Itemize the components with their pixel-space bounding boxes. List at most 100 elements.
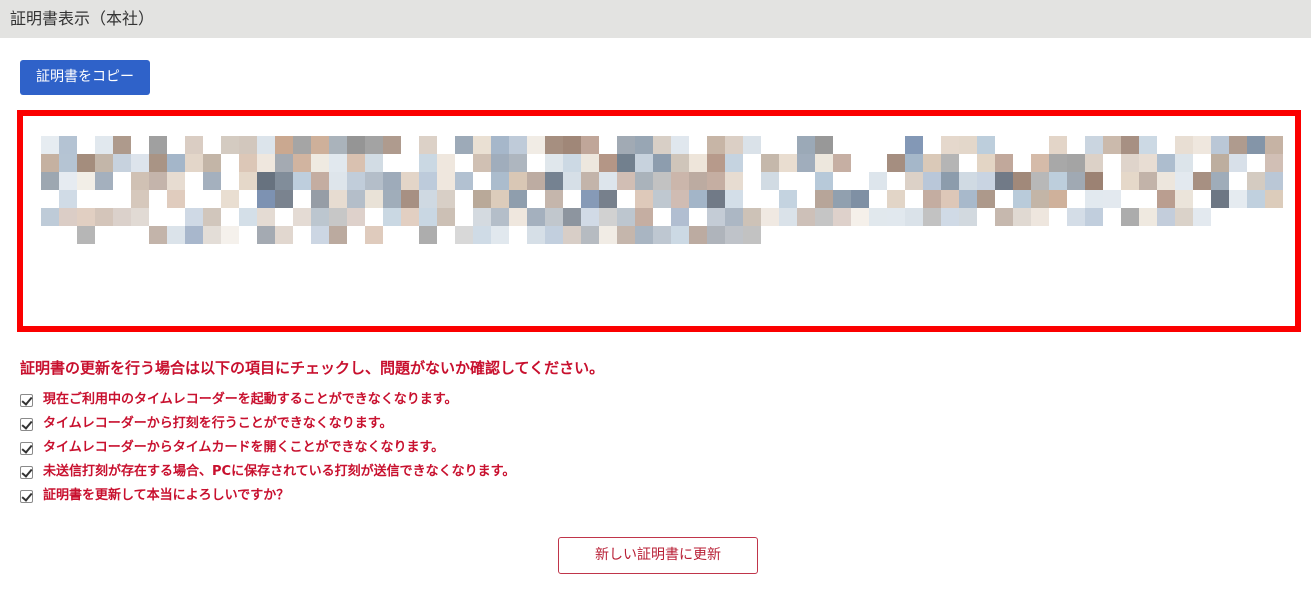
mosaic-cell [527,136,545,154]
mosaic-cell [1211,136,1229,154]
mosaic-cell [59,136,77,154]
mosaic-cell [59,172,77,190]
mosaic-cell [77,172,95,190]
mosaic-cell [239,172,257,190]
mosaic-cell [1013,208,1031,226]
mosaic-cell [941,172,959,190]
mosaic-cell [851,190,869,208]
confirmation-checklist: 現在ご利用中のタイムレコーダーを起動することができなくなります。 タイムレコーダ… [20,388,515,508]
mosaic-cell [1175,208,1193,226]
mosaic-cell [1193,136,1211,154]
mosaic-cell [347,208,365,226]
mosaic-cell [671,136,689,154]
mosaic-cell [257,226,275,244]
renew-certificate-button[interactable]: 新しい証明書に更新 [558,537,758,574]
mosaic-cell [1175,172,1193,190]
certificate-display[interactable] [17,110,1301,332]
mosaic-cell [41,136,59,154]
mosaic-cell [653,172,671,190]
checkbox[interactable] [20,489,33,503]
mosaic-cell [833,154,851,172]
mosaic-cell [419,172,437,190]
mosaic-cell [707,190,725,208]
mosaic-cell [203,172,221,190]
mosaic-cell [599,154,617,172]
mosaic-cell [1085,172,1103,190]
checkbox[interactable] [20,393,33,407]
mosaic-cell [1211,154,1229,172]
mosaic-cell [185,136,203,154]
mosaic-cell [311,208,329,226]
mosaic-cell [1049,154,1067,172]
mosaic-cell [509,208,527,226]
mosaic-cell [617,136,635,154]
mosaic-cell [1013,172,1031,190]
checklist-item[interactable]: 現在ご利用中のタイムレコーダーを起動することができなくなります。 [20,388,515,412]
mosaic-cell [311,226,329,244]
mosaic-cell [959,190,977,208]
mosaic-cell [491,172,509,190]
mosaic-cell [653,226,671,244]
mosaic-cell [473,136,491,154]
mosaic-cell [1049,190,1067,208]
mosaic-cell [581,208,599,226]
mosaic-cell [491,226,509,244]
mosaic-cell [1175,136,1193,154]
mosaic-cell [887,208,905,226]
mosaic-cell [347,136,365,154]
mosaic-cell [653,136,671,154]
mosaic-cell [437,154,455,172]
checklist-item[interactable]: タイムレコーダーからタイムカードを開くことができなくなります。 [20,436,515,460]
mosaic-cell [329,136,347,154]
redacted-mosaic [41,136,1291,256]
mosaic-cell [167,226,185,244]
mosaic-cell [797,136,815,154]
mosaic-cell [1121,136,1139,154]
mosaic-cell [149,154,167,172]
mosaic-cell [923,190,941,208]
checkbox[interactable] [20,441,33,455]
mosaic-cell [743,226,761,244]
checklist-item[interactable]: 証明書を更新して本当によろしいですか？ [20,484,515,508]
checklist-item[interactable]: 未送信打刻が存在する場合、PCに保存されている打刻が送信できなくなります。 [20,460,515,484]
mosaic-cell [797,154,815,172]
mosaic-cell [635,208,653,226]
checkbox[interactable] [20,465,33,479]
mosaic-cell [419,226,437,244]
mosaic-cell [1103,136,1121,154]
mosaic-cell [1247,136,1265,154]
mosaic-cell [545,136,563,154]
mosaic-cell [1247,172,1265,190]
mosaic-cell [1229,154,1247,172]
mosaic-cell [941,190,959,208]
checklist-label: 未送信打刻が存在する場合、PCに保存されている打刻が送信できなくなります。 [43,464,516,479]
mosaic-cell [617,226,635,244]
mosaic-cell [59,154,77,172]
mosaic-cell [113,136,131,154]
mosaic-cell [1031,154,1049,172]
mosaic-cell [995,154,1013,172]
checkbox[interactable] [20,417,33,431]
mosaic-cell [257,136,275,154]
mosaic-cell [329,208,347,226]
mosaic-cell [257,154,275,172]
mosaic-cell [1157,172,1175,190]
mosaic-cell [365,154,383,172]
mosaic-cell [95,208,113,226]
mosaic-cell [491,154,509,172]
mosaic-cell [995,172,1013,190]
copy-certificate-button[interactable]: 証明書をコピー [20,60,150,95]
mosaic-cell [995,208,1013,226]
mosaic-cell [95,136,113,154]
mosaic-cell [599,208,617,226]
mosaic-cell [707,226,725,244]
mosaic-cell [671,190,689,208]
mosaic-cell [689,226,707,244]
mosaic-cell [1121,154,1139,172]
checklist-item[interactable]: タイムレコーダーから打刻を行うことができなくなります。 [20,412,515,436]
mosaic-cell [1049,136,1067,154]
mosaic-cell [563,136,581,154]
mosaic-cell [77,154,95,172]
mosaic-cell [275,154,293,172]
mosaic-cell [581,226,599,244]
